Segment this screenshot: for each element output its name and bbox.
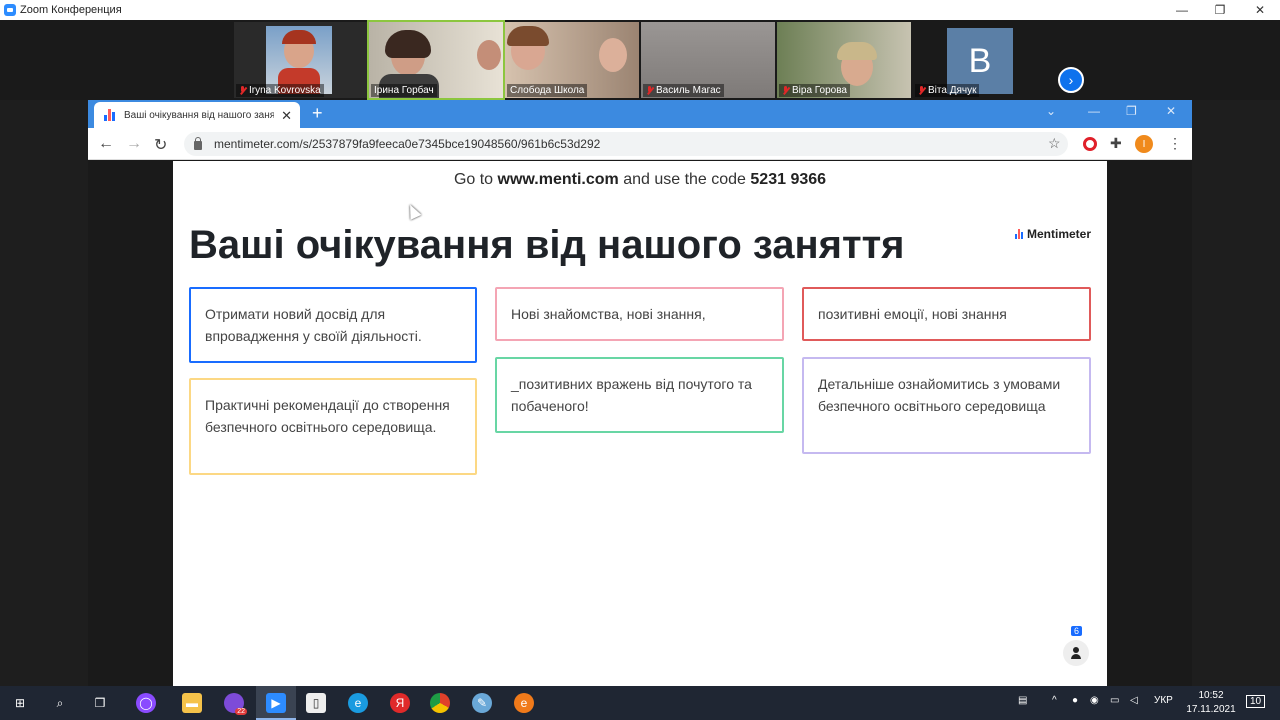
zoom-titlebar: Zoom Конференция — ❐ ✕	[0, 0, 1280, 20]
back-arrow-icon[interactable]: ←	[98, 135, 114, 153]
join-site: www.menti.com	[497, 171, 619, 188]
participant-count-button[interactable]: 6	[1063, 626, 1089, 666]
menu-kebab-icon[interactable]: ⋮	[1168, 135, 1182, 152]
person-icon	[1071, 647, 1081, 659]
mic-muted-icon	[782, 86, 789, 95]
paint-icon[interactable]: ✎	[472, 693, 492, 713]
browser-close-icon[interactable]: ✕	[1166, 104, 1176, 118]
join-instructions: Go to www.menti.com and use the code 523…	[453, 171, 827, 188]
chevron-right-icon: ›	[1068, 72, 1074, 88]
mentimeter-logo-icon	[1014, 229, 1023, 239]
microphone-icon[interactable]: ●	[1072, 695, 1078, 706]
browser-minimize-icon[interactable]: —	[1088, 104, 1100, 118]
participant-name: Віра Горова	[779, 84, 850, 97]
e-browser-icon[interactable]: e	[514, 693, 534, 713]
document-icon[interactable]: ▯	[306, 693, 326, 713]
tab-title: Ваші очікування від нашого заняття	[124, 109, 274, 121]
mentimeter-slide: Go to www.menti.com and use the code 523…	[173, 161, 1107, 686]
show-hidden-icons-chevron-icon[interactable]: ^	[1052, 695, 1057, 706]
participant-tile[interactable]: Віра Горова	[777, 22, 911, 98]
browser-toolbar: ← → ↻ mentimeter.com/s/2537879fa9feeca0e…	[88, 128, 1192, 160]
response-card: Детальніше ознайомитись з умовами безпеч…	[802, 357, 1091, 454]
slide-title: Ваші очікування від нашого заняття	[189, 223, 905, 267]
address-bar[interactable]: mentimeter.com/s/2537879fa9feeca0e7345bc…	[184, 132, 1068, 156]
participant-tile[interactable]: Iryna Kovrovska	[234, 22, 368, 98]
participant-tile[interactable]: B Віта Дячук	[913, 22, 1047, 98]
participant-name: Слобода Школа	[507, 84, 588, 97]
task-view-icon[interactable]: ❒	[90, 693, 110, 713]
language-indicator[interactable]: УКР	[1154, 695, 1173, 706]
profile-avatar[interactable]: I	[1135, 135, 1153, 153]
opera-extension-icon[interactable]	[1083, 137, 1097, 151]
forward-arrow-icon[interactable]: →	[126, 135, 142, 153]
response-card: Практичні рекомендації до створення безп…	[189, 378, 477, 475]
zoom-app-icon	[4, 4, 16, 16]
viber-badge: 22	[235, 708, 247, 715]
alice-assistant-icon[interactable]: ◯	[136, 693, 156, 713]
mic-muted-icon	[239, 86, 246, 95]
windows-start-icon[interactable]: ⊞	[10, 693, 30, 713]
volume-icon[interactable]: ◁	[1130, 695, 1138, 706]
participant-tile-active-speaker[interactable]: Ірина Горбач	[367, 20, 505, 100]
mic-muted-icon	[918, 86, 925, 95]
zoom-taskbar-icon[interactable]: ▶	[266, 693, 286, 713]
chrome-icon[interactable]	[430, 693, 450, 713]
participant-tile[interactable]: Василь Магас	[641, 22, 775, 98]
browser-restore-icon[interactable]: ❐	[1126, 104, 1137, 118]
maximize-icon[interactable]: ❐	[1200, 0, 1240, 20]
participant-name: Iryna Kovrovska	[236, 84, 324, 97]
response-card: позитивні емоції, нові знання	[802, 287, 1091, 341]
reload-icon[interactable]: ↻	[154, 135, 167, 155]
mic-muted-icon	[646, 86, 653, 95]
mentimeter-favicon	[104, 109, 116, 121]
participant-tile[interactable]: Слобода Школа	[505, 22, 639, 98]
windows-taskbar: ⊞ ⌕ ❒ ◯ ▬ 22 ▶ ▯ e Я ✎ e ▤ ^ ● ◉ ▭ ◁ УКР…	[0, 686, 1280, 720]
participant-name: Віта Дячук	[915, 84, 980, 97]
minimize-icon[interactable]: —	[1162, 0, 1202, 20]
response-card: Отримати новий досвід для впровадження у…	[189, 287, 477, 363]
notification-center-icon[interactable]: 10	[1246, 695, 1266, 708]
lock-icon	[194, 137, 202, 150]
new-tab-icon[interactable]: +	[312, 103, 323, 124]
yandex-browser-icon[interactable]: Я	[390, 693, 410, 713]
edge-icon[interactable]: e	[348, 693, 368, 713]
zoom-window-title: Zoom Конференция	[20, 4, 122, 16]
participant-name: Ірина Горбач	[371, 84, 437, 97]
search-icon[interactable]: ⌕	[50, 693, 70, 713]
tab-close-icon[interactable]: ✕	[281, 108, 292, 124]
response-card: _позитивних вражень від почутого та поба…	[495, 357, 784, 433]
tab-mentimeter[interactable]: Ваші очікування від нашого заняття ✕	[94, 102, 300, 128]
tab-bar: Ваші очікування від нашого заняття ✕ + ⌄…	[88, 100, 1192, 128]
network-icon[interactable]: ▭	[1110, 695, 1119, 706]
mentimeter-logo: Mentimeter	[1014, 227, 1091, 241]
response-card: Нові знайомства, нові знання,	[495, 287, 784, 341]
clock[interactable]: 10:52 17.11.2021	[1186, 689, 1236, 717]
tab-search-icon[interactable]: ⌄	[1046, 104, 1056, 118]
bookmark-star-icon[interactable]: ☆	[1048, 135, 1061, 152]
url-text: mentimeter.com/s/2537879fa9feeca0e7345bc…	[214, 137, 601, 151]
join-code: 5231 9366	[750, 171, 827, 188]
file-explorer-icon[interactable]: ▬	[182, 693, 202, 713]
close-icon[interactable]: ✕	[1240, 0, 1280, 20]
antivirus-icon[interactable]: ◉	[1090, 695, 1099, 706]
participant-gallery: Iryna Kovrovska Ірина Горбач Слобода Шко…	[0, 20, 1280, 100]
participant-count: 6	[1071, 626, 1083, 636]
extensions-puzzle-icon[interactable]: ✚	[1110, 135, 1122, 152]
gallery-next-button[interactable]: ›	[1058, 67, 1084, 93]
notification-count: 10	[1250, 696, 1262, 707]
keyboard-icon[interactable]: ▤	[1018, 695, 1027, 706]
participant-name: Василь Магас	[643, 84, 724, 97]
viber-icon[interactable]: 22	[224, 693, 247, 715]
